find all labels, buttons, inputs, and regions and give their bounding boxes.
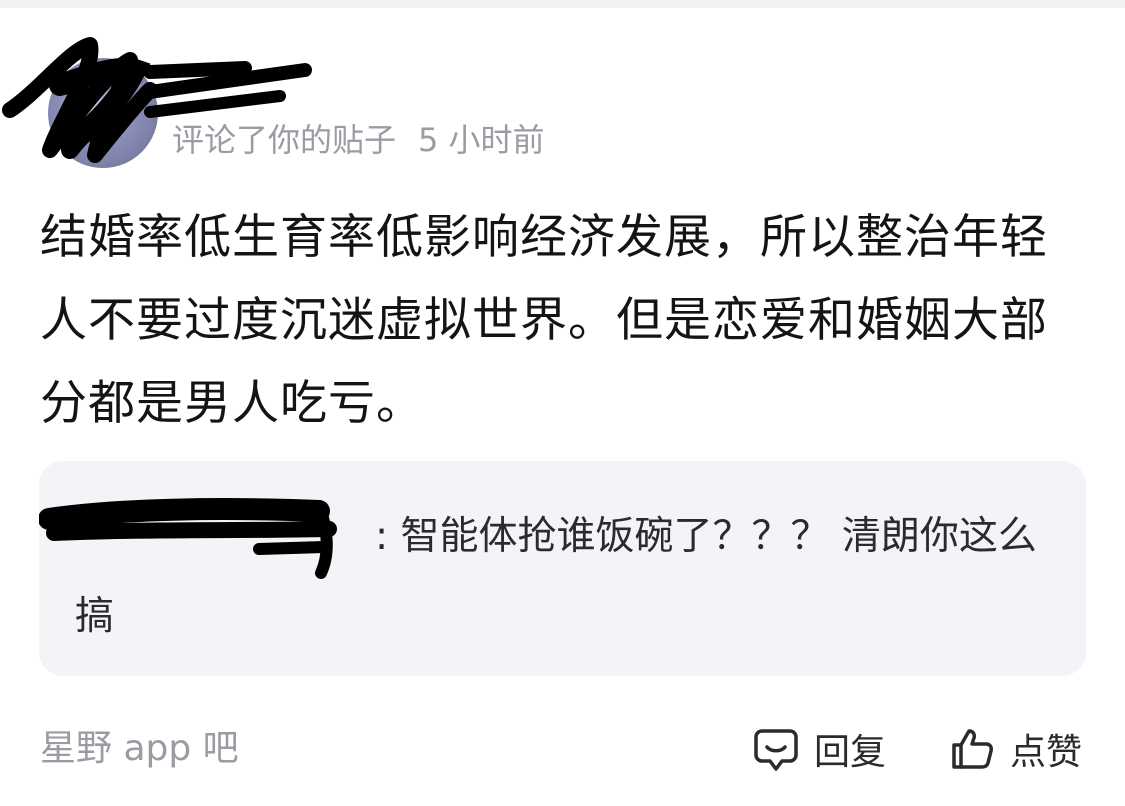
top-divider-strip (0, 0, 1125, 8)
comment-content[interactable]: 结婚率低生育率低影响经济发展，所以整治年轻人不要过度沉迷虚拟世界。但是恋爱和婚姻… (40, 196, 1090, 445)
quoted-text: : 智能体抢谁饭碗了？？？ 清朗你这么搞 (75, 514, 1037, 639)
comment-action-text: 评论了你的贴子 (172, 121, 397, 159)
reply-label: 回复 (814, 732, 887, 773)
comment-meta: 评论了你的贴子 5 小时前 (172, 118, 545, 162)
chat-bubble-icon (754, 729, 798, 771)
thumbs-up-icon (952, 729, 993, 769)
comment-time: 5 小时前 (418, 121, 545, 159)
like-button[interactable]: 点赞 (948, 724, 1082, 774)
reply-button[interactable]: 回复 (752, 724, 886, 774)
source-forum-label[interactable]: 星野 app 吧 (40, 724, 239, 774)
like-label: 点赞 (1010, 732, 1083, 773)
quoted-post[interactable]: : 智能体抢谁饭碗了？？？ 清朗你这么搞 (39, 461, 1086, 676)
